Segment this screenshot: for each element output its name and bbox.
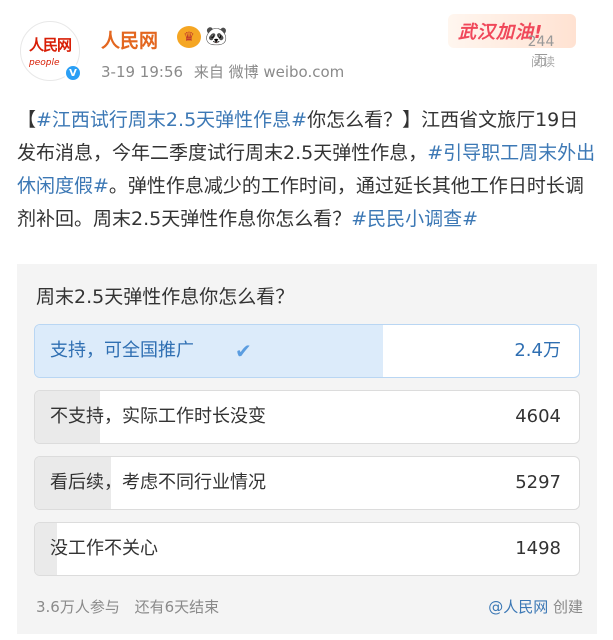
- poll-option-support[interactable]: 支持，可全国推广 ✔ 2.4万: [34, 324, 580, 378]
- hashtag-link[interactable]: #民民小调查#: [351, 208, 478, 230]
- content-text-1: 【: [17, 109, 37, 131]
- panda-icon: 🐼: [205, 26, 228, 47]
- poll-title: 周末2.5天弹性作息你怎么看？: [36, 286, 295, 308]
- poll-creator-link[interactable]: @人民网: [488, 598, 548, 616]
- poll-option-label: 不支持，实际工作时长没变: [50, 406, 266, 427]
- poll-option-label: 支持，可全国推广: [50, 340, 194, 361]
- verified-icon: V: [64, 64, 82, 82]
- poll-footer: 3.6万人参与 还有6天结束: [36, 596, 229, 617]
- poll-option-count: 5297: [515, 472, 561, 493]
- view-count-label: 阅读: [531, 55, 556, 69]
- poll-option-no-job[interactable]: 没工作不关心 1498: [34, 522, 580, 576]
- poll-option-label: 看后续，考虑不同行业情况: [50, 472, 266, 493]
- post-meta: 3-19 19:56 来自 微博 weibo.com: [101, 61, 350, 82]
- poll-option-oppose[interactable]: 不支持，实际工作时长没变 4604: [34, 390, 580, 444]
- author-name[interactable]: 人民网: [101, 26, 158, 53]
- poll-option-wait-and-see[interactable]: 看后续，考虑不同行业情况 5297: [34, 456, 580, 510]
- post-content: 【#江西试行周末2.5天弹性作息#你怎么看？】江西省文旅厅19日发布消息，今年二…: [17, 104, 597, 236]
- check-icon: ✔: [235, 339, 252, 363]
- poll-remaining: 还有6天结束: [134, 598, 220, 616]
- poll-option-count: 2.4万: [514, 340, 561, 361]
- post-source: 来自 微博 weibo.com: [193, 63, 345, 81]
- post-header: 人民网 people V 人民网 ♛ 🐼 3-19 19:56 来自 微博 we…: [0, 0, 613, 100]
- poll-participants: 3.6万人参与: [36, 598, 120, 616]
- poll-option-count: 4604: [515, 406, 561, 427]
- avatar-logo: 人民网: [29, 36, 72, 54]
- crown-icon: ♛: [177, 26, 201, 48]
- poll-creator-suffix: 创建: [552, 598, 583, 616]
- poll-option-count: 1498: [515, 538, 561, 559]
- poll-option-label: 没工作不关心: [50, 538, 158, 559]
- post-time: 3-19 19:56: [101, 63, 184, 81]
- hashtag-link[interactable]: #江西试行周末2.5天弹性作息#: [36, 109, 307, 131]
- avatar-logo-sub: people: [29, 58, 60, 68]
- poll-card: 周末2.5天弹性作息你怎么看？ 支持，可全国推广 ✔ 2.4万 不支持，实际工作…: [17, 264, 597, 634]
- poll-creator: @人民网 创建: [488, 596, 583, 617]
